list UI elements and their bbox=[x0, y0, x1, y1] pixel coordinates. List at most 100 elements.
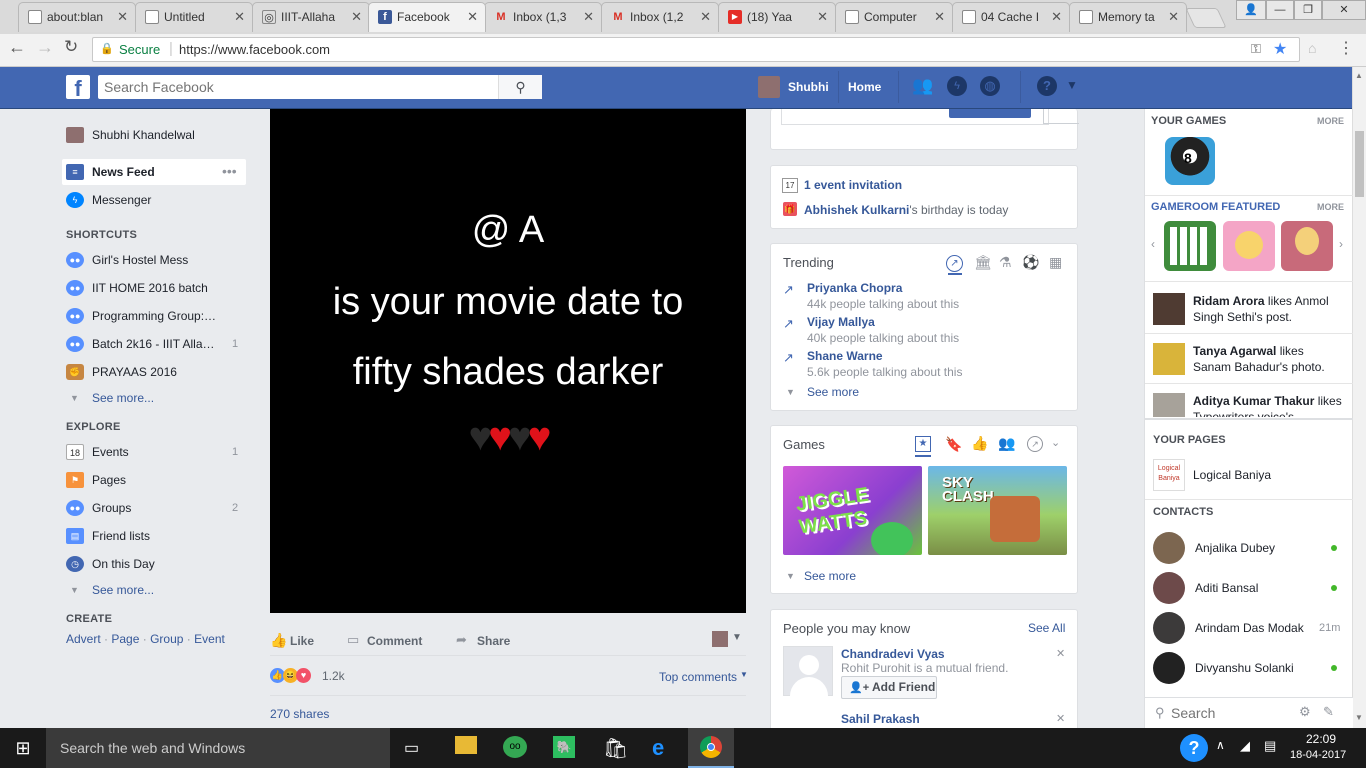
ticker-avatar[interactable] bbox=[1153, 343, 1185, 375]
omnibox[interactable]: 🔒 Secure | https://www.facebook.com ⚿ ★ bbox=[92, 37, 1300, 62]
page-link[interactable]: Logical Baniya bbox=[1193, 468, 1271, 482]
more-options-icon[interactable]: ••• bbox=[222, 160, 237, 182]
chevron-up-icon[interactable]: ∧ bbox=[1216, 738, 1225, 752]
see-more-trending[interactable]: See more bbox=[807, 385, 859, 399]
ticker-story[interactable]: Ridam Arora likes Anmol Singh Sethi's po… bbox=[1193, 293, 1343, 325]
search-box[interactable]: ⚲ bbox=[98, 75, 542, 99]
settings-gear-icon[interactable]: ⚙ bbox=[1299, 704, 1311, 720]
menu-icon[interactable]: ⋮ bbox=[1338, 38, 1354, 58]
reload-icon[interactable]: ↻ bbox=[64, 37, 78, 57]
trending-topic-link[interactable]: Priyanka Chopra bbox=[807, 281, 902, 295]
chat-search-bar[interactable]: ⚲ ⚙ ✎ bbox=[1145, 697, 1353, 728]
browser-tab[interactable]: about:blan ✕ bbox=[18, 2, 136, 32]
see-all-link[interactable]: See All bbox=[1028, 621, 1065, 635]
ticker-story[interactable]: Aditya Kumar Thakur likes Typewriters vo… bbox=[1193, 393, 1343, 417]
person-name-link[interactable]: Sahil Prakash bbox=[841, 712, 920, 726]
ticker-avatar[interactable] bbox=[1153, 393, 1185, 417]
person-name-link[interactable]: Chandradevi Vyas bbox=[841, 647, 945, 661]
trending-top-icon[interactable]: ↗ bbox=[946, 255, 963, 272]
more-link[interactable]: MORE bbox=[1317, 202, 1344, 212]
browser-tab-active[interactable]: f Facebook ✕ bbox=[368, 2, 486, 32]
contact-row[interactable]: Aditi Bansal bbox=[1145, 571, 1353, 605]
more-link[interactable]: MORE bbox=[1317, 116, 1344, 126]
windows-start-icon[interactable]: ⊞ bbox=[0, 728, 46, 768]
dismiss-icon[interactable]: ✕ bbox=[1056, 712, 1065, 725]
create-event-link[interactable]: Event bbox=[194, 632, 225, 646]
share-button[interactable]: Share bbox=[477, 634, 510, 648]
featured-games-icon[interactable]: ★ bbox=[915, 436, 931, 452]
close-tab-icon[interactable]: ✕ bbox=[467, 3, 478, 31]
browser-tab[interactable]: ▶ (18) Yaa ✕ bbox=[718, 2, 836, 32]
create-page-link[interactable]: Page bbox=[111, 632, 139, 646]
friend-requests-icon[interactable]: 👥 bbox=[912, 76, 933, 96]
solitaire-game-icon[interactable] bbox=[1164, 221, 1216, 271]
ticker-story[interactable]: Tanya Agarwal likes Sanam Bahadur's phot… bbox=[1193, 343, 1343, 375]
restore-button[interactable]: ❐ bbox=[1294, 0, 1322, 20]
store-icon[interactable]: 🛍 bbox=[603, 736, 628, 761]
chevron-left-icon[interactable]: ‹ bbox=[1151, 237, 1155, 251]
like-button[interactable]: Like bbox=[290, 634, 314, 648]
thumbs-up-icon[interactable]: 👍 bbox=[971, 435, 988, 452]
chevron-down-icon[interactable]: ▼ bbox=[732, 632, 742, 643]
close-tab-icon[interactable]: ✕ bbox=[1051, 3, 1062, 31]
contact-row[interactable]: Arindam Das Modak 21m bbox=[1145, 611, 1353, 645]
clock-date[interactable]: 18-04-2017 bbox=[1290, 749, 1346, 761]
new-tab-button[interactable] bbox=[1185, 8, 1227, 28]
trending-topic-link[interactable]: Vijay Mallya bbox=[807, 315, 875, 329]
close-window-button[interactable]: ✕ bbox=[1322, 0, 1366, 20]
browser-tab[interactable]: ◎ IIIT-Allaha ✕ bbox=[252, 2, 370, 32]
8-ball-pool-game-icon[interactable]: 8 bbox=[1165, 137, 1215, 185]
url-text[interactable]: https://www.facebook.com bbox=[179, 42, 330, 57]
tripadvisor-icon[interactable]: oo bbox=[503, 736, 527, 758]
comment-icon[interactable]: ▭ bbox=[347, 632, 359, 648]
search-icon[interactable]: ⚲ bbox=[498, 75, 542, 99]
facebook-logo-icon[interactable]: f bbox=[66, 75, 90, 101]
contact-row[interactable]: Divyanshu Solanki bbox=[1145, 651, 1353, 685]
user-profile-icon[interactable]: 👤 bbox=[1236, 0, 1266, 20]
browser-tab[interactable]: M Inbox (1,2 ✕ bbox=[601, 2, 719, 32]
close-tab-icon[interactable]: ✕ bbox=[234, 3, 245, 31]
forward-icon[interactable]: → bbox=[36, 37, 54, 58]
profile-link[interactable]: Shubhi bbox=[788, 80, 829, 94]
dropdown-arrow-icon[interactable]: ▼ bbox=[1066, 78, 1078, 92]
secondary-button[interactable] bbox=[1043, 109, 1079, 124]
create-group-link[interactable]: Group bbox=[150, 632, 183, 646]
share-icon[interactable]: ➦ bbox=[456, 632, 467, 648]
messenger-icon[interactable]: ϟ bbox=[947, 76, 967, 96]
scroll-up-icon[interactable]: ▲ bbox=[1355, 71, 1363, 80]
task-view-icon[interactable]: ▭ bbox=[404, 738, 419, 758]
entertainment-icon[interactable]: ▦ bbox=[1049, 254, 1062, 271]
close-tab-icon[interactable]: ✕ bbox=[934, 3, 945, 31]
comment-button[interactable]: Comment bbox=[367, 634, 422, 648]
like-icon[interactable]: 👍 bbox=[270, 632, 287, 649]
back-icon[interactable]: ← bbox=[8, 37, 26, 58]
game-tile-jiggle-watts[interactable]: JIGGLE WATTS bbox=[783, 466, 922, 555]
chevron-down-icon[interactable]: ⌄ bbox=[1051, 436, 1060, 449]
close-tab-icon[interactable]: ✕ bbox=[351, 3, 362, 31]
browser-tab[interactable]: Computer ✕ bbox=[835, 2, 953, 32]
page-scrollbar[interactable]: ▲ ▼ bbox=[1352, 67, 1366, 728]
post-button[interactable] bbox=[949, 109, 1031, 118]
page-logo[interactable]: Logical Baniya bbox=[1153, 459, 1185, 491]
event-invitation-link[interactable]: 1 event invitation bbox=[804, 178, 902, 192]
scroll-down-icon[interactable]: ▼ bbox=[1355, 713, 1363, 722]
close-tab-icon[interactable]: ✕ bbox=[1168, 3, 1179, 31]
trending-topic-link[interactable]: Shane Warne bbox=[807, 349, 883, 363]
add-friend-button[interactable]: 👤+ Add Friend bbox=[841, 676, 937, 699]
person-avatar[interactable] bbox=[783, 646, 833, 697]
close-tab-icon[interactable]: ✕ bbox=[117, 3, 128, 31]
edge-icon[interactable]: e bbox=[652, 735, 664, 761]
file-explorer-icon[interactable] bbox=[455, 736, 477, 754]
close-tab-icon[interactable]: ✕ bbox=[817, 3, 828, 31]
sports-icon[interactable]: ⚽ bbox=[1022, 254, 1039, 271]
shares-count[interactable]: 270 shares bbox=[270, 707, 329, 721]
chat-search-input[interactable] bbox=[1171, 704, 1291, 722]
new-message-icon[interactable]: ✎ bbox=[1323, 704, 1334, 720]
contact-row[interactable]: Anjalika Dubey bbox=[1145, 531, 1353, 565]
chevron-right-icon[interactable]: › bbox=[1339, 237, 1343, 251]
minimize-button[interactable]: — bbox=[1266, 0, 1294, 20]
home-link[interactable]: Home bbox=[848, 80, 881, 94]
game-tile-sky-clash[interactable]: SKY CLASH bbox=[928, 466, 1067, 555]
birthday-name-link[interactable]: Abhishek Kulkarni bbox=[804, 203, 909, 217]
post-image[interactable]: @ A is your movie date to fifty shades d… bbox=[270, 109, 746, 613]
